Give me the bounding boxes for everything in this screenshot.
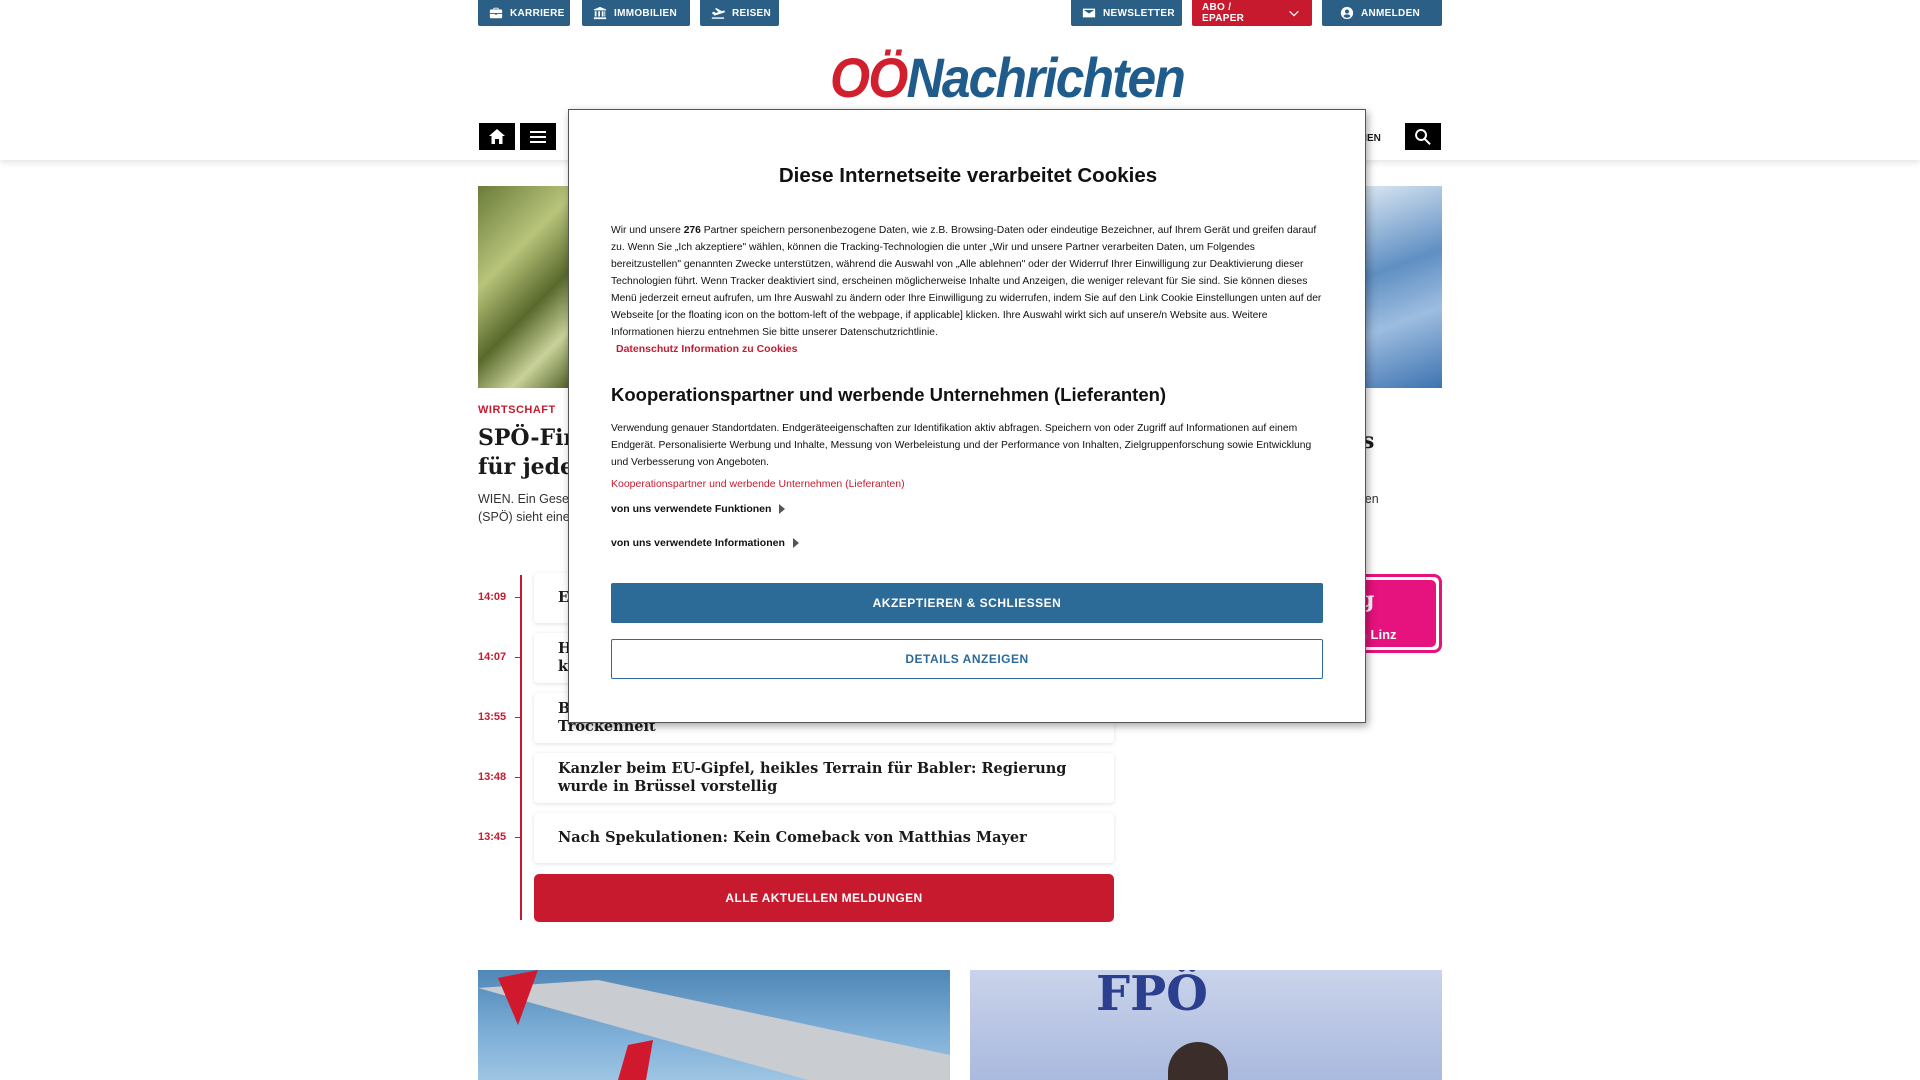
- fpo-logo-text: FPÖ: [1096, 970, 1208, 1022]
- immobilien-label: IMMOBILIEN: [614, 7, 677, 19]
- bottom-image-left[interactable]: [478, 970, 950, 1080]
- mail-icon: [1082, 8, 1096, 18]
- abo-epaper-dropdown[interactable]: ABO / EPAPER: [1192, 0, 1312, 26]
- teaser-line1: WIEN. Ein Gese: [478, 492, 569, 506]
- functions-expander[interactable]: von uns verwendete Funktionen: [611, 503, 786, 515]
- timeline-time: 14:07: [478, 651, 507, 663]
- cookie-dialog-body: Wir und unsere 276 Partner speichern per…: [611, 222, 1325, 358]
- headline-line1: SPÖ-Fir: [478, 425, 568, 451]
- newsletter-button[interactable]: NEWSLETTER: [1071, 0, 1182, 26]
- all-news-button[interactable]: ALLE AKTUELLEN MELDUNGEN: [534, 874, 1114, 922]
- timeline-item-title: Kanzler beim EU-Gipfel, heikles Terrain …: [558, 760, 1067, 795]
- newsletter-label: NEWSLETTER: [1103, 7, 1175, 19]
- timeline-tick: [515, 657, 521, 658]
- site-logo[interactable]: OÖNachrichten: [830, 50, 1186, 106]
- accept-and-close-button[interactable]: AKZEPTIEREN & SCHLIESSEN: [611, 583, 1323, 623]
- timeline-time: 14:09: [478, 591, 507, 603]
- cookie-consent-dialog: Diese Internetseite verarbeitet Cookies …: [568, 109, 1366, 723]
- home-button[interactable]: [479, 123, 515, 150]
- information-expander-label: von uns verwendete Informationen: [611, 537, 785, 549]
- logo-oo: OÖ: [830, 46, 908, 109]
- reisen-button[interactable]: REISEN: [700, 0, 779, 26]
- timeline-time: 13:48: [478, 771, 507, 783]
- airplane-wing-illustration: [478, 970, 950, 1080]
- privacy-info-link[interactable]: Datenschutz Information zu Cookies: [616, 341, 797, 358]
- user-icon: [1340, 6, 1354, 20]
- timeline-tick: [515, 597, 521, 598]
- partners-section-title: Kooperationspartner und werbende Unterne…: [611, 384, 1167, 405]
- article-headline[interactable]: SPÖ-Fir für jede: [478, 424, 568, 482]
- cookie-body-intro: Wir und unsere: [611, 225, 684, 236]
- article-kicker: WIRTSCHAFT: [478, 404, 556, 416]
- timeline-tick: [515, 717, 521, 718]
- timeline-line: [520, 575, 522, 920]
- timeline-item[interactable]: Nach Spekulationen: Kein Comeback von Ma…: [534, 813, 1114, 863]
- timeline-time: 13:45: [478, 831, 507, 843]
- partners-link[interactable]: Kooperationspartner und werbende Unterne…: [611, 478, 905, 490]
- hamburger-icon: [530, 130, 546, 143]
- chevron-down-icon: [1289, 10, 1299, 17]
- functions-expander-label: von uns verwendete Funktionen: [611, 503, 772, 515]
- logo-nachrichten: Nachrichten: [906, 46, 1185, 109]
- headline-line2: für jede: [478, 454, 568, 480]
- cookie-body-text: Partner speichern personenbezogene Daten…: [611, 225, 1322, 338]
- partner-count: 276: [683, 225, 701, 236]
- timeline-time: 13:55: [478, 711, 507, 723]
- bottom-image-right[interactable]: FPÖ: [970, 970, 1442, 1080]
- abo-epaper-label: ABO / EPAPER: [1202, 2, 1245, 24]
- cookie-dialog-title: Diese Internetseite verarbeitet Cookies: [778, 164, 1158, 187]
- reisen-label: REISEN: [732, 7, 772, 19]
- anmelden-button[interactable]: ANMELDEN: [1322, 0, 1442, 26]
- search-button[interactable]: [1405, 123, 1441, 150]
- karriere-label: KARRIERE: [510, 7, 565, 19]
- hero-image-right[interactable]: [1362, 186, 1442, 388]
- person-silhouette: [1168, 1042, 1228, 1080]
- home-icon: [489, 128, 505, 144]
- show-details-button[interactable]: DETAILS ANZEIGEN: [611, 639, 1323, 679]
- bank-icon: [593, 6, 607, 20]
- caret-right-icon: [792, 538, 799, 548]
- menu-button[interactable]: [520, 123, 556, 150]
- teaser-line2: (SPÖ) sieht eine: [478, 510, 570, 524]
- search-icon: [1415, 128, 1431, 145]
- briefcase-icon: [489, 7, 503, 19]
- information-expander[interactable]: von uns verwendete Informationen: [611, 537, 799, 549]
- caret-right-icon: [779, 504, 786, 514]
- immobilien-button[interactable]: IMMOBILIEN: [582, 0, 690, 26]
- hero-image-left[interactable]: [478, 186, 570, 388]
- timeline-item-title: Nach Spekulationen: Kein Comeback von Ma…: [558, 829, 1027, 846]
- timeline-item[interactable]: Kanzler beim EU-Gipfel, heikles Terrain …: [534, 753, 1114, 803]
- article-teaser: WIEN. Ein Gese (SPÖ) sieht eine: [478, 490, 570, 526]
- timeline-tick: [515, 777, 521, 778]
- timeline-tick: [515, 837, 521, 838]
- anmelden-label: ANMELDEN: [1361, 7, 1421, 19]
- partners-section-body: Verwendung genauer Standortdaten. Endger…: [611, 423, 1312, 468]
- plane-icon: [711, 8, 725, 19]
- karriere-button[interactable]: KARRIERE: [478, 0, 570, 26]
